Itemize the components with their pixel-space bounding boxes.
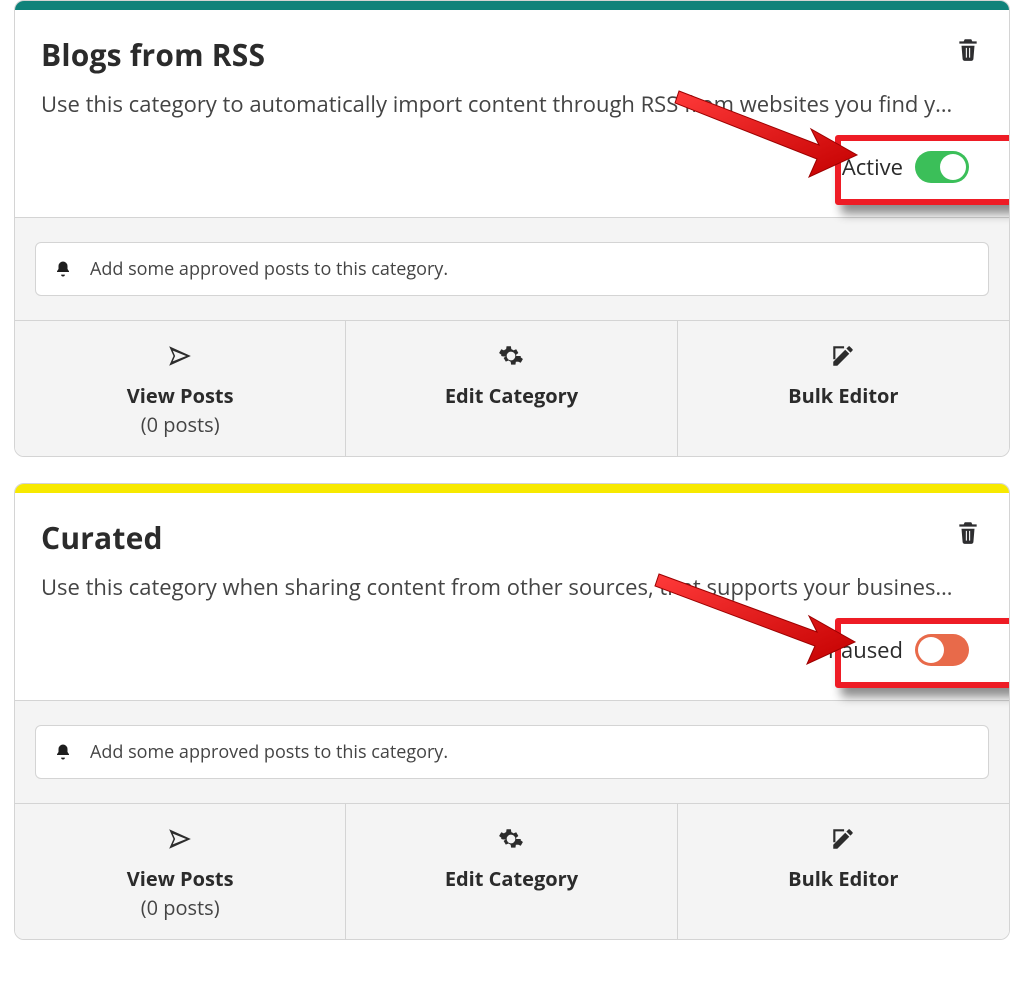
delete-button[interactable]: [953, 517, 983, 547]
notice-banner: Add some approved posts to this category…: [35, 242, 989, 296]
card-stripe: [15, 1, 1009, 10]
bell-icon: [54, 743, 72, 761]
edit-icon: [830, 826, 856, 852]
trash-icon: [955, 36, 981, 62]
action-subtitle: (0 posts): [25, 411, 335, 438]
bulk-editor-button[interactable]: Bulk Editor: [678, 321, 1009, 456]
paper-plane-icon: [167, 826, 193, 852]
status-label: Active: [842, 152, 903, 182]
category-title: Curated: [41, 517, 163, 558]
notice-text: Add some approved posts to this category…: [90, 257, 448, 281]
view-posts-button[interactable]: View Posts (0 posts): [15, 804, 346, 939]
notice-area: Add some approved posts to this category…: [15, 218, 1009, 321]
notice-banner: Add some approved posts to this category…: [35, 725, 989, 779]
category-description: Use this category to automatically impor…: [41, 89, 983, 119]
edit-icon: [830, 343, 856, 369]
gear-icon: [498, 343, 524, 369]
status-label: Paused: [828, 635, 903, 665]
action-title: Edit Category: [356, 865, 666, 892]
card-header: Blogs from RSS Use this category to auto…: [15, 10, 1009, 218]
delete-button[interactable]: [953, 34, 983, 64]
card-actions: View Posts (0 posts) Edit Category Bulk …: [15, 321, 1009, 456]
card-stripe: [15, 484, 1009, 493]
edit-category-button[interactable]: Edit Category: [346, 321, 677, 456]
notice-text: Add some approved posts to this category…: [90, 740, 448, 764]
category-description: Use this category when sharing content f…: [41, 572, 983, 602]
status-toggle-container: Paused: [810, 624, 983, 676]
action-title: View Posts: [25, 382, 335, 409]
status-toggle-container: Active: [824, 141, 983, 193]
view-posts-button[interactable]: View Posts (0 posts): [15, 321, 346, 456]
card-header: Curated Use this category when sharing c…: [15, 493, 1009, 701]
action-title: Bulk Editor: [688, 865, 999, 892]
action-title: Edit Category: [356, 382, 666, 409]
paper-plane-icon: [167, 343, 193, 369]
category-card: Blogs from RSS Use this category to auto…: [14, 0, 1010, 457]
bell-icon: [54, 260, 72, 278]
action-title: Bulk Editor: [688, 382, 999, 409]
notice-area: Add some approved posts to this category…: [15, 701, 1009, 804]
action-subtitle: (0 posts): [25, 894, 335, 921]
status-toggle[interactable]: [915, 151, 969, 183]
status-toggle[interactable]: [915, 634, 969, 666]
trash-icon: [955, 519, 981, 545]
card-actions: View Posts (0 posts) Edit Category Bulk …: [15, 804, 1009, 939]
edit-category-button[interactable]: Edit Category: [346, 804, 677, 939]
gear-icon: [498, 826, 524, 852]
category-title: Blogs from RSS: [41, 34, 265, 75]
action-title: View Posts: [25, 865, 335, 892]
bulk-editor-button[interactable]: Bulk Editor: [678, 804, 1009, 939]
category-card: Curated Use this category when sharing c…: [14, 483, 1010, 940]
